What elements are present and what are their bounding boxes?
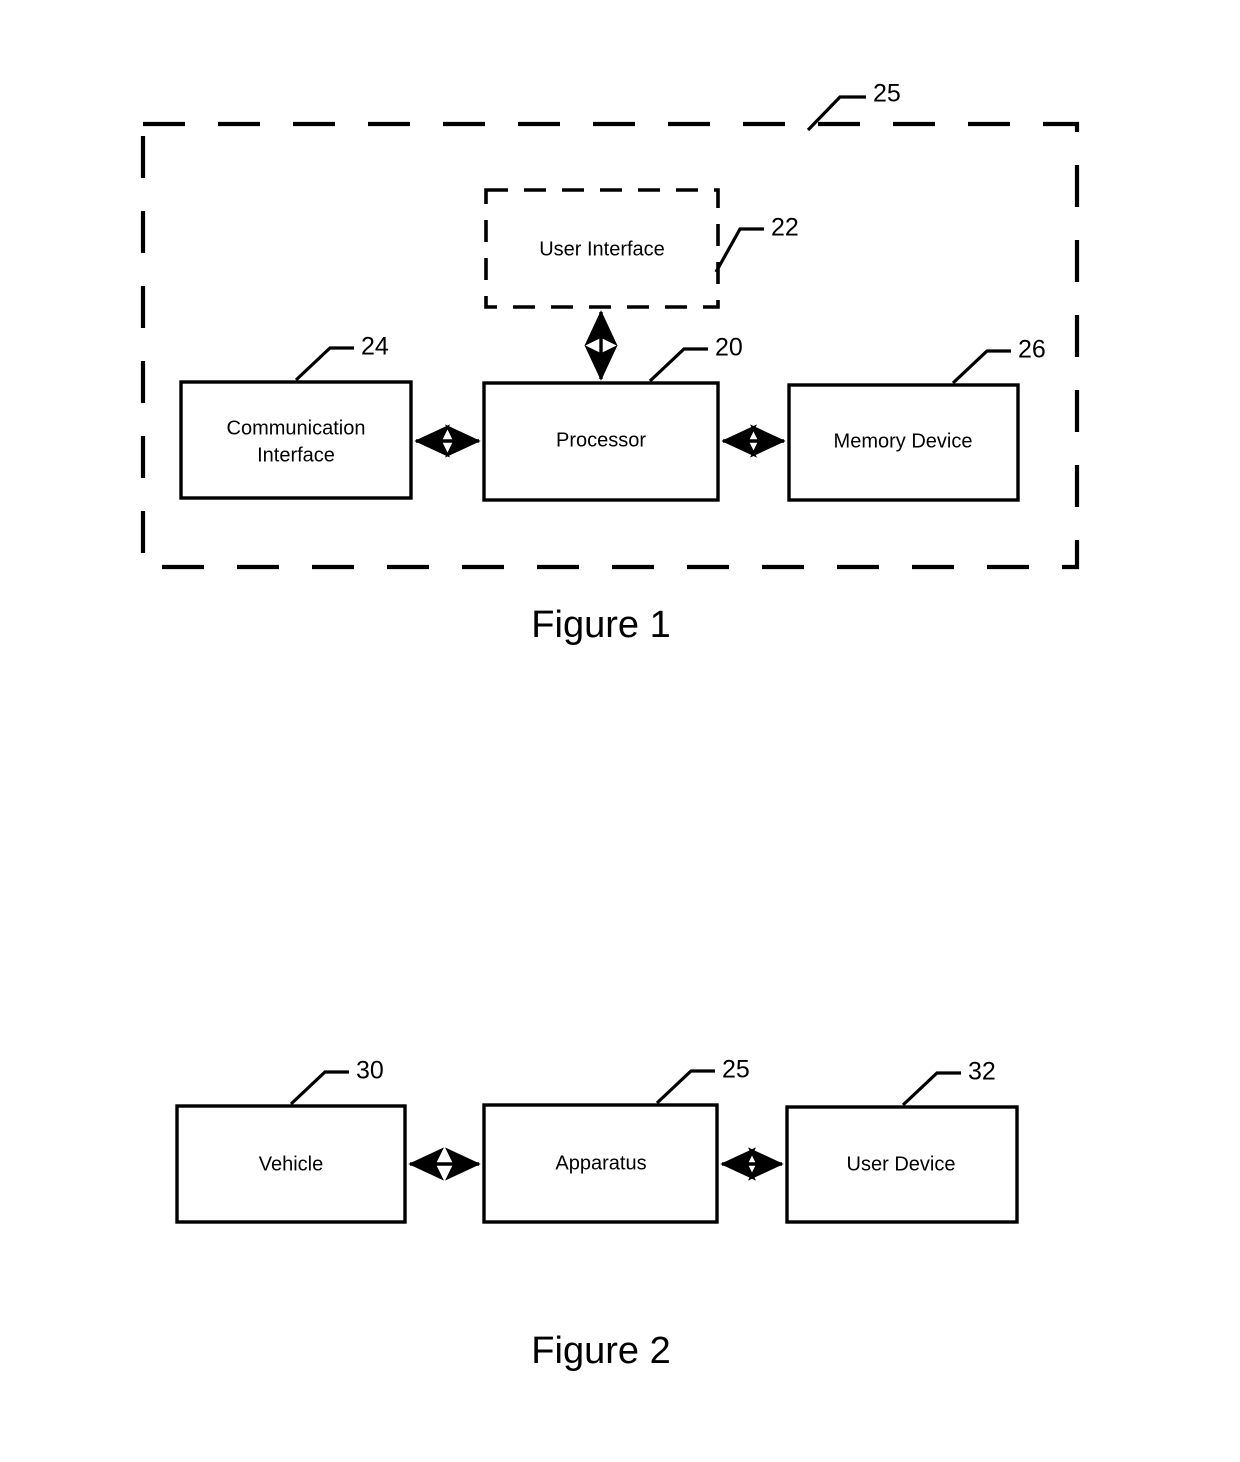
- figure-1-caption: Figure 1: [531, 604, 670, 646]
- figures-canvas: 25 User Interface 22 Communication Inter…: [140, 80, 1080, 1372]
- block-label-user-device: User Device: [847, 1153, 956, 1175]
- ref-number-25: 25: [873, 80, 901, 108]
- ref-number-24: 24: [361, 333, 389, 361]
- leader-line-30: [289, 1070, 349, 1106]
- ref-number-30: 30: [356, 1057, 384, 1085]
- patent-drawing-sheet: 25 User Interface 22 Communication Inter…: [0, 0, 1240, 1462]
- block-label-communication-interface-line1: Communication: [227, 417, 366, 439]
- leader-line-25-fig2: [655, 1069, 715, 1105]
- ref-number-20: 20: [715, 334, 743, 362]
- leader-line-26: [951, 349, 1011, 385]
- figure-2-caption: Figure 2: [531, 1330, 670, 1372]
- figure-1-group: 25 User Interface 22 Communication Inter…: [140, 80, 1080, 646]
- ref-number-22: 22: [771, 214, 799, 242]
- block-label-communication-interface-line2: Interface: [257, 444, 335, 466]
- block-label-user-interface: User Interface: [539, 238, 665, 260]
- leader-line-24: [294, 346, 354, 382]
- block-label-vehicle: Vehicle: [259, 1153, 324, 1175]
- block-label-apparatus: Apparatus: [555, 1152, 646, 1174]
- block-label-processor: Processor: [556, 429, 646, 451]
- figure-2-group: Vehicle 30 Apparatus 25 User Device 32 F…: [175, 1056, 1019, 1372]
- leader-line-32: [901, 1071, 961, 1107]
- ref-number-25-fig2: 25: [722, 1056, 750, 1084]
- block-label-memory-device: Memory Device: [834, 430, 973, 452]
- leader-line-20: [648, 347, 708, 383]
- block-communication-interface: [179, 380, 413, 500]
- ref-number-26: 26: [1018, 336, 1046, 364]
- ref-number-32: 32: [968, 1058, 996, 1086]
- leader-line-22: [714, 227, 764, 273]
